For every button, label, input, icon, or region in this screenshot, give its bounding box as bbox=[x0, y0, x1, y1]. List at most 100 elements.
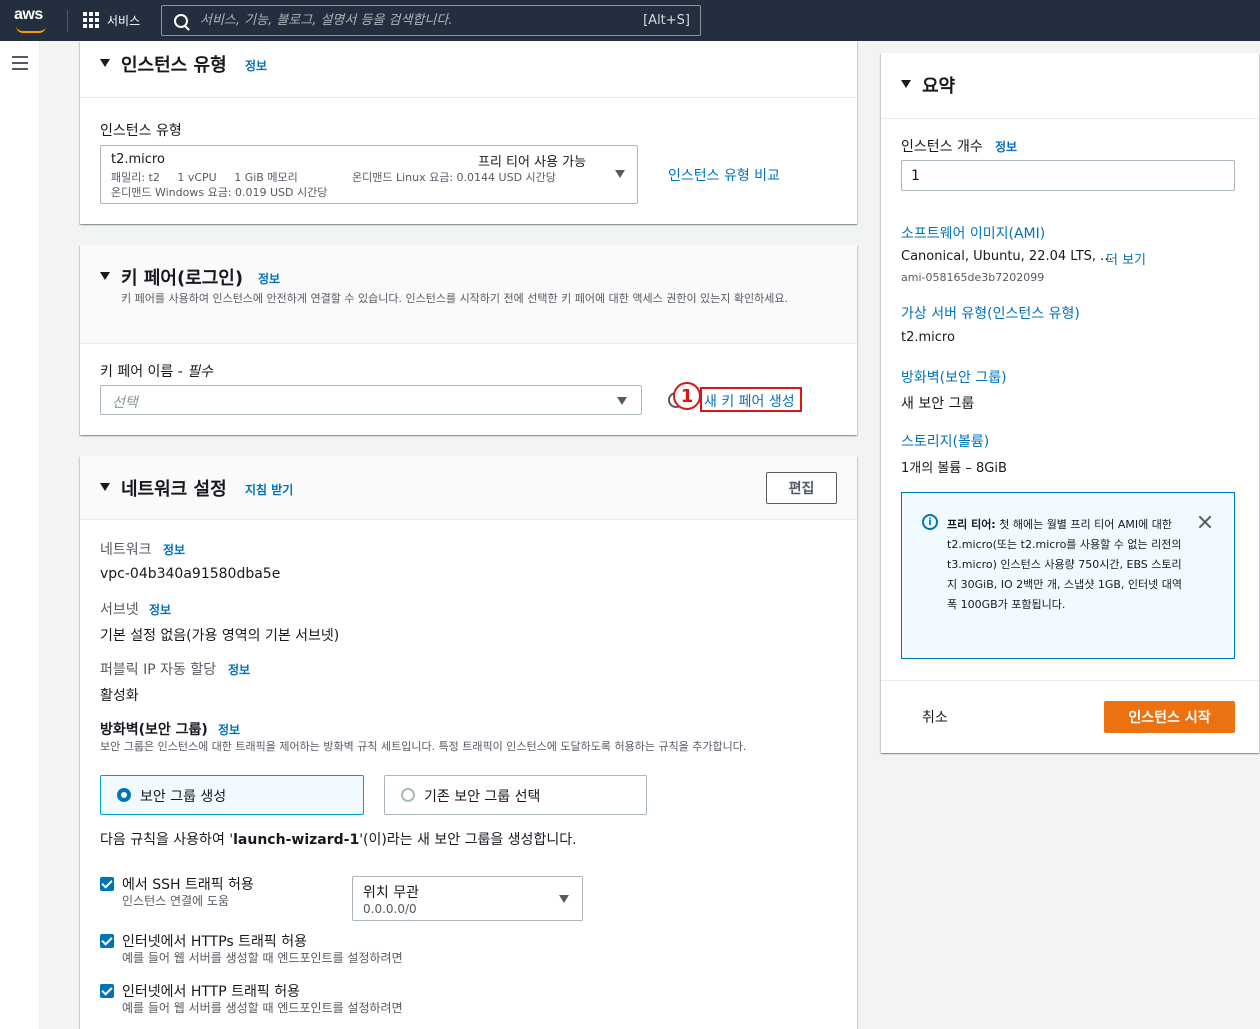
search-bar[interactable]: [Alt+S] bbox=[161, 5, 701, 36]
collapse-caret-icon[interactable] bbox=[100, 272, 110, 280]
required-marker: 필수 bbox=[187, 364, 214, 380]
key-pair-title: 키 페어(로그인) bbox=[121, 268, 244, 289]
instance-type-title: 인스턴스 유형 bbox=[121, 55, 227, 76]
network-value: vpc-04b340a91580dba5e bbox=[100, 566, 281, 582]
left-rail bbox=[0, 41, 40, 1029]
radio-unselected[interactable] bbox=[401, 788, 415, 802]
subnet-info-link[interactable]: 정보 bbox=[149, 601, 171, 618]
http-description: 예를 들어 웹 서버를 생성할 때 엔드포인트를 설정하려면 bbox=[122, 1001, 403, 1015]
free-tier-badge: 프리 티어 사용 가능 bbox=[478, 155, 587, 170]
firewall-description: 보안 그룹은 인스턴스에 대한 트래픽을 제어하는 방화벽 규칙 세트입니다. … bbox=[100, 740, 747, 753]
aws-smile-icon bbox=[16, 26, 46, 33]
instance-type-field-label: 인스턴스 유형 bbox=[100, 123, 182, 139]
annotation-marker: 1 bbox=[673, 382, 701, 410]
linux-price: 온디맨드 Linux 요금: 0.0144 USD 시간당 bbox=[352, 171, 556, 184]
services-button[interactable]: 서비스 bbox=[83, 8, 140, 32]
ami-more-link[interactable]: 더 보기 bbox=[1106, 249, 1146, 268]
summary-panel: 요약 인스턴스 개수 정보 1 소프트웨어 이미지(AMI) Canonical… bbox=[881, 53, 1259, 753]
close-icon[interactable] bbox=[1197, 514, 1213, 530]
ssh-checkbox[interactable] bbox=[100, 877, 114, 891]
instance-type-link[interactable]: 가상 서버 유형(인스턴스 유형) bbox=[901, 303, 1080, 323]
compare-instance-types-link[interactable]: 인스턴스 유형 비교 bbox=[668, 165, 780, 185]
rule-text-prefix: 다음 규칙을 사용하여 ' bbox=[100, 832, 234, 848]
collapse-caret-icon[interactable] bbox=[100, 483, 110, 491]
public-ip-info-link[interactable]: 정보 bbox=[228, 661, 250, 678]
instance-type-header: 인스턴스 유형 정보 bbox=[80, 41, 857, 98]
public-ip-value: 활성화 bbox=[100, 688, 139, 704]
search-shortcut: [Alt+S] bbox=[643, 13, 690, 28]
rule-text-suffix: '(이)라는 새 보안 그룹을 생성합니다. bbox=[359, 832, 577, 848]
free-tier-alert-body: 첫 해에는 월별 프리 티어 AMI에 대한 t2.micro(또는 t2.mi… bbox=[947, 518, 1182, 611]
network-header: 네트워크 설정 지침 받기 편집 bbox=[80, 456, 857, 520]
top-navigation: aws 서비스 [Alt+S] bbox=[0, 0, 1260, 41]
summary-header: 요약 bbox=[881, 53, 1259, 119]
cancel-button[interactable]: 취소 bbox=[922, 707, 948, 727]
aws-logo-text: aws bbox=[14, 6, 43, 23]
instance-type-select[interactable]: t2.micro 프리 티어 사용 가능 패밀리: t2 1 vCPU 1 Gi… bbox=[100, 145, 638, 204]
chevron-down-icon bbox=[617, 397, 627, 405]
key-pair-select[interactable]: 선택 bbox=[100, 385, 642, 415]
services-label: 서비스 bbox=[107, 13, 141, 28]
summary-title: 요약 bbox=[922, 76, 956, 97]
key-pair-panel: 키 페어(로그인) 정보 키 페어를 사용하여 인스턴스에 안전하게 연결할 수… bbox=[80, 245, 857, 435]
key-pair-select-placeholder: 선택 bbox=[112, 395, 138, 411]
radio-selected[interactable] bbox=[117, 788, 131, 802]
http-checkbox[interactable] bbox=[100, 984, 114, 998]
network-title: 네트워크 설정 bbox=[121, 479, 227, 500]
network-guide-link[interactable]: 지침 받기 bbox=[245, 481, 293, 498]
instance-type-selected: t2.micro bbox=[111, 152, 165, 167]
public-ip-label: 퍼블릭 IP 자동 할당 bbox=[100, 662, 217, 678]
https-description: 예를 들어 웹 서버를 생성할 때 엔드포인트를 설정하려면 bbox=[122, 951, 403, 965]
ami-value: Canonical, Ubuntu, 22.04 LTS, ... bbox=[901, 249, 1113, 264]
collapse-caret-icon[interactable] bbox=[100, 59, 110, 67]
ssh-cidr-value: 0.0.0.0/0 bbox=[363, 902, 417, 916]
nav-divider bbox=[67, 10, 68, 32]
ami-id: ami-058165de3b7202099 bbox=[901, 271, 1045, 284]
grid-icon bbox=[83, 12, 99, 28]
network-info-link[interactable]: 정보 bbox=[163, 541, 185, 558]
firewall-label: 방화벽(보안 그룹) bbox=[100, 722, 208, 738]
instance-count-label: 인스턴스 개수 bbox=[901, 139, 983, 155]
http-label: 인터넷에서 HTTP 트래픽 허용 bbox=[122, 984, 300, 1000]
ssh-source-value: 위치 무관 bbox=[363, 885, 419, 901]
info-icon: i bbox=[922, 514, 938, 530]
aws-logo[interactable]: aws bbox=[14, 6, 54, 34]
subnet-label: 서브넷 bbox=[100, 602, 139, 618]
create-key-pair-link[interactable]: 새 키 페어 생성 bbox=[704, 391, 795, 411]
ami-link[interactable]: 소프트웨어 이미지(AMI) bbox=[901, 223, 1045, 243]
edit-button[interactable]: 편집 bbox=[766, 472, 837, 504]
existing-security-group-option[interactable]: 기존 보안 그룹 선택 bbox=[384, 775, 647, 815]
storage-value: 1개의 볼륨 – 8GiB bbox=[901, 461, 1007, 476]
network-settings-panel: 네트워크 설정 지침 받기 편집 네트워크 정보 vpc-04b340a9158… bbox=[80, 456, 857, 1029]
security-group-name: launch-wizard-1 bbox=[233, 832, 360, 848]
free-tier-alert-text: 프리 티어: 첫 해에는 월별 프리 티어 AMI에 대한 t2.micro(또… bbox=[947, 515, 1183, 615]
create-security-group-option[interactable]: 보안 그룹 생성 bbox=[100, 775, 364, 815]
menu-icon[interactable] bbox=[12, 56, 28, 70]
key-pair-field-label: 키 페어 이름 - 필수 bbox=[100, 361, 213, 381]
chevron-down-icon bbox=[615, 170, 625, 178]
search-icon bbox=[174, 13, 188, 28]
https-label: 인터넷에서 HTTPs 트래픽 허용 bbox=[122, 934, 308, 950]
firewall-link[interactable]: 방화벽(보안 그룹) bbox=[901, 367, 1007, 387]
create-security-group-label: 보안 그룹 생성 bbox=[140, 789, 227, 805]
firewall-value: 새 보안 그룹 bbox=[901, 396, 975, 412]
network-label: 네트워크 bbox=[100, 542, 152, 558]
instance-count-input[interactable]: 1 bbox=[901, 160, 1235, 191]
collapse-caret-icon[interactable] bbox=[901, 80, 911, 88]
launch-instance-button[interactable]: 인스턴스 시작 bbox=[1104, 701, 1235, 733]
storage-link[interactable]: 스토리지(볼륨) bbox=[901, 431, 989, 451]
instance-type-panel: 인스턴스 유형 정보 인스턴스 유형 t2.micro 프리 티어 사용 가능 … bbox=[80, 41, 857, 224]
key-pair-header: 키 페어(로그인) 정보 키 페어를 사용하여 인스턴스에 안전하게 연결할 수… bbox=[80, 245, 857, 344]
key-pair-field-label-text: 키 페어 이름 - bbox=[100, 364, 188, 380]
firewall-info-link[interactable]: 정보 bbox=[218, 721, 240, 738]
instance-family-line: 패밀리: t2 1 vCPU 1 GiB 메모리 bbox=[111, 171, 298, 184]
key-pair-info-link[interactable]: 정보 bbox=[258, 270, 280, 287]
chevron-down-icon bbox=[559, 895, 569, 903]
instance-type-info-link[interactable]: 정보 bbox=[245, 57, 267, 74]
https-checkbox[interactable] bbox=[100, 934, 114, 948]
existing-security-group-label: 기존 보안 그룹 선택 bbox=[424, 789, 541, 805]
instance-count-info-link[interactable]: 정보 bbox=[995, 138, 1017, 155]
ssh-source-select[interactable]: 위치 무관 0.0.0.0/0 bbox=[352, 876, 583, 921]
search-input[interactable] bbox=[200, 13, 644, 28]
free-tier-alert: i 프리 티어: 첫 해에는 월별 프리 티어 AMI에 대한 t2.micro… bbox=[901, 492, 1235, 659]
